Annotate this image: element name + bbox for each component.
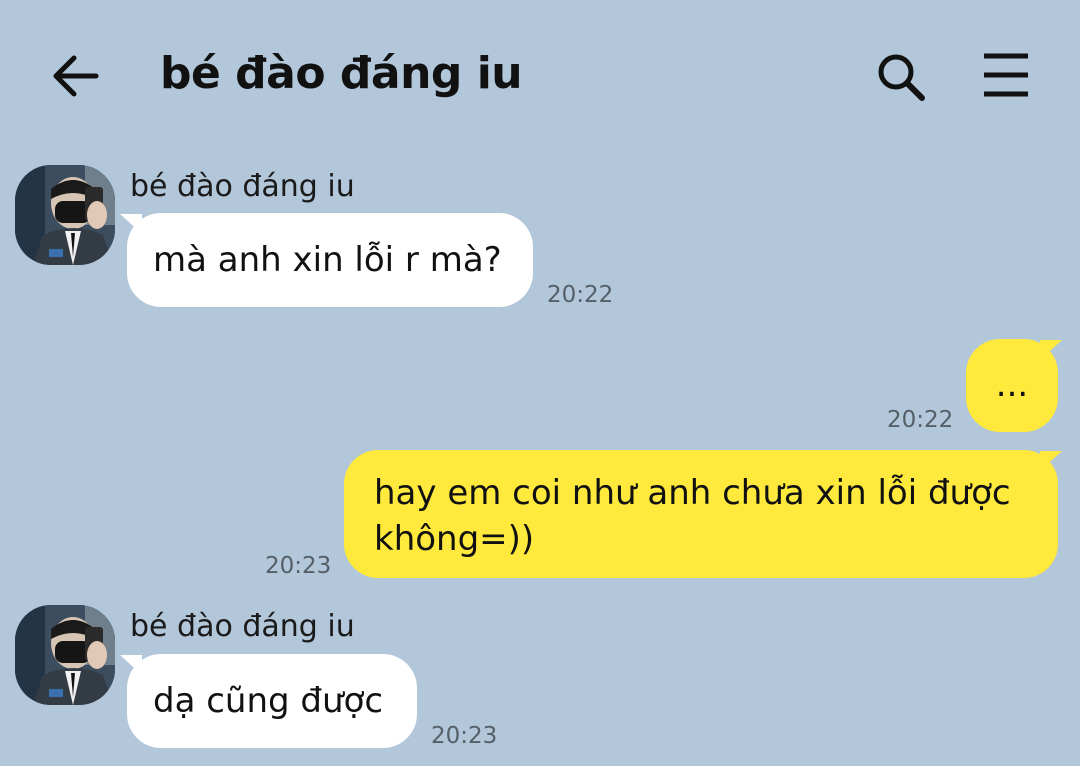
message-text-line: hay em coi như anh chưa xin lỗi được (374, 473, 1011, 513)
chat-title: bé đào đáng iu (160, 48, 523, 99)
profile-photo (15, 165, 115, 265)
arrow-left-icon (53, 55, 99, 97)
message-bubble[interactable]: mà anh xin lỗi r mà? (127, 213, 533, 307)
message-text-line: không=)) (374, 519, 535, 559)
message-text: dạ cũng được (153, 681, 384, 721)
hamburger-menu-icon (984, 53, 1028, 97)
message-bubble[interactable]: dạ cũng được (127, 654, 417, 748)
sender-name: bé đào đáng iu (130, 169, 355, 204)
search-button[interactable] (872, 48, 930, 106)
message-timestamp: 20:22 (887, 407, 954, 433)
avatar[interactable] (15, 165, 115, 265)
avatar[interactable] (15, 605, 115, 705)
message-text: mà anh xin lỗi r mà? (153, 240, 502, 280)
message-timestamp: 20:23 (265, 553, 332, 579)
menu-button[interactable] (978, 50, 1034, 100)
back-button[interactable] (48, 48, 104, 104)
search-icon (878, 54, 925, 101)
message-timestamp: 20:23 (431, 723, 498, 749)
sender-name: bé đào đáng iu (130, 609, 355, 644)
chat-header: bé đào đáng iu (0, 0, 1080, 140)
message-bubble[interactable]: hay em coi như anh chưa xin lỗi được khô… (344, 450, 1058, 578)
message-timestamp: 20:22 (547, 282, 614, 308)
message-text: ... (995, 365, 1029, 405)
message-bubble[interactable]: ... (966, 339, 1058, 432)
profile-photo (15, 605, 115, 705)
